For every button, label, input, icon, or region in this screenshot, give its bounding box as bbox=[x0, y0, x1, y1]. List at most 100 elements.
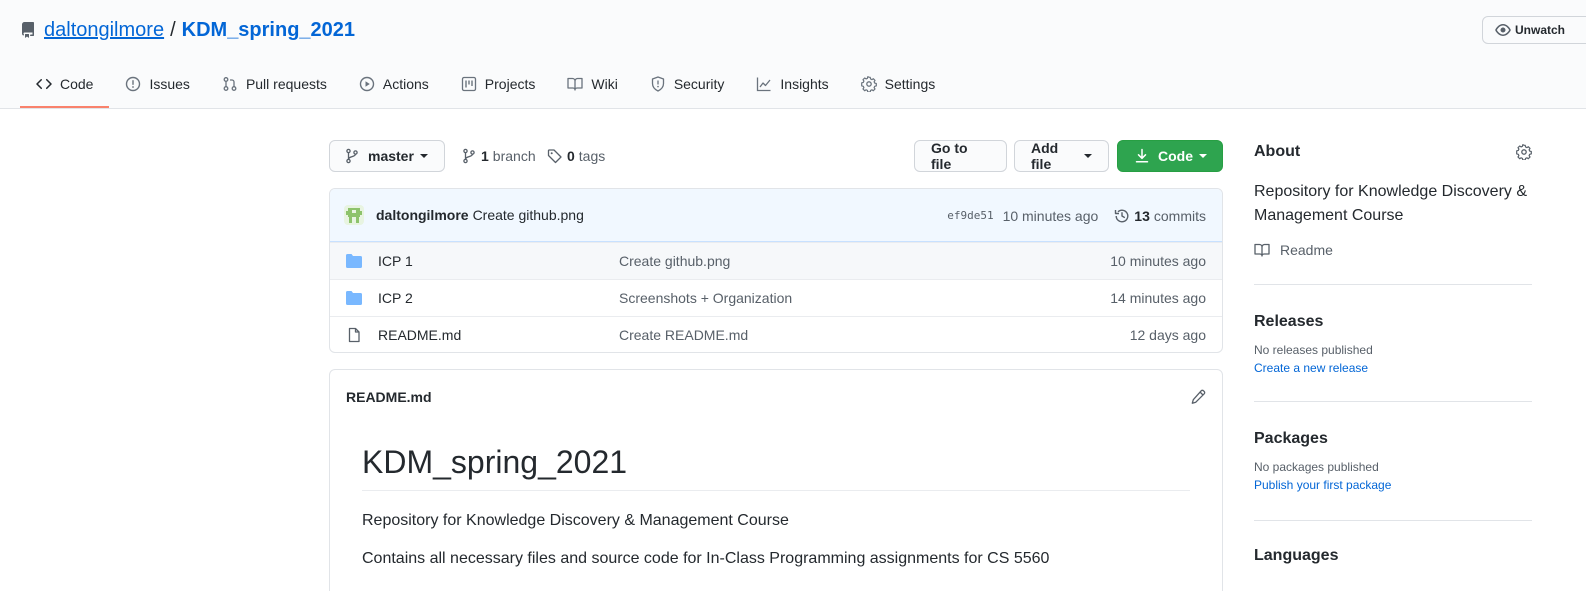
avatar[interactable] bbox=[344, 205, 364, 225]
tab-security[interactable]: Security bbox=[634, 62, 741, 108]
commit-message-link[interactable]: Create github.png bbox=[473, 207, 584, 223]
go-to-file-label: Go to file bbox=[931, 140, 968, 172]
file-name-link[interactable]: README.md bbox=[378, 327, 619, 343]
commit-meta: ef9de51 10 minutes ago 13 commits bbox=[947, 189, 1206, 242]
branch-select-button[interactable]: master bbox=[329, 140, 445, 172]
book-icon bbox=[1254, 242, 1280, 258]
latest-commit-bar: daltongilmore Create github.png ef9de51 … bbox=[330, 189, 1222, 242]
unwatch-label: Unwatch bbox=[1515, 23, 1566, 37]
branch-name: master bbox=[368, 148, 414, 164]
packages-heading[interactable]: Packages bbox=[1254, 430, 1532, 448]
eye-icon bbox=[1495, 22, 1515, 38]
file-commit-message-link[interactable]: Create github.png bbox=[619, 253, 730, 269]
branch-count: 1 bbox=[481, 148, 489, 164]
tab-label: Security bbox=[673, 76, 725, 92]
commit-label: commits bbox=[1153, 207, 1206, 224]
folder-icon bbox=[346, 254, 362, 268]
branch-icon bbox=[461, 148, 481, 164]
commit-author-link[interactable]: daltongilmore bbox=[376, 207, 469, 223]
go-to-file-button[interactable]: Go to file bbox=[914, 140, 1007, 172]
tab-issues[interactable]: Issues bbox=[109, 62, 205, 108]
file-row[interactable]: ICP 2 Screenshots + Organization 14 minu… bbox=[330, 279, 1222, 316]
readme-link-label: Readme bbox=[1280, 242, 1333, 258]
commits-link[interactable]: 13 commits bbox=[1114, 208, 1206, 224]
no-releases-text: No releases published bbox=[1254, 343, 1373, 357]
add-file-button[interactable]: Add file bbox=[1014, 140, 1109, 172]
packages-section: Packages No packages published Publish y… bbox=[1254, 401, 1532, 520]
no-packages-text: No packages published bbox=[1254, 460, 1379, 474]
code-download-button[interactable]: Code bbox=[1117, 140, 1223, 172]
file-age: 12 days ago bbox=[1129, 327, 1206, 343]
tag-label: tags bbox=[578, 148, 606, 164]
tab-label: Code bbox=[60, 76, 94, 92]
tab-label: Issues bbox=[149, 76, 190, 92]
repo-owner-link[interactable]: daltongilmore bbox=[44, 19, 164, 42]
file-name-link[interactable]: ICP 1 bbox=[378, 253, 619, 269]
tab-label: Settings bbox=[884, 76, 936, 92]
file-commit-message-link[interactable]: Screenshots + Organization bbox=[619, 290, 792, 306]
file-row[interactable]: README.md Create README.md 12 days ago bbox=[330, 316, 1222, 352]
unwatch-button[interactable]: Unwatch bbox=[1482, 16, 1586, 44]
create-release-link[interactable]: Create a new release bbox=[1254, 361, 1532, 375]
pencil-icon[interactable] bbox=[1190, 389, 1206, 405]
commit-sha-link[interactable]: ef9de51 bbox=[947, 209, 993, 222]
history-icon bbox=[1114, 208, 1134, 224]
about-heading: About bbox=[1254, 143, 1301, 160]
dropdown-caret-icon bbox=[1084, 154, 1092, 158]
repo-icon bbox=[20, 22, 36, 38]
book-icon bbox=[567, 76, 591, 92]
branch-icon bbox=[344, 148, 368, 164]
repo-name-link[interactable]: KDM_spring_2021 bbox=[182, 19, 355, 42]
commit-count: 13 bbox=[1134, 207, 1150, 224]
tab-actions[interactable]: Actions bbox=[343, 62, 445, 108]
dropdown-caret-icon bbox=[1199, 154, 1207, 158]
file-commit-message-link[interactable]: Create README.md bbox=[619, 327, 748, 343]
file-icon bbox=[346, 327, 362, 343]
tab-code[interactable]: Code bbox=[20, 62, 110, 108]
download-icon bbox=[1134, 148, 1150, 164]
repo-separator: / bbox=[170, 18, 176, 41]
readme-filename: README.md bbox=[346, 389, 432, 405]
commit-age: 10 minutes ago bbox=[1002, 207, 1099, 224]
branch-label: branch bbox=[492, 148, 536, 164]
pull-request-icon bbox=[222, 76, 246, 92]
tab-pull-requests[interactable]: Pull requests bbox=[206, 62, 343, 108]
repo-sidebar: About Repository for Knowledge Discovery… bbox=[1254, 140, 1532, 565]
releases-section: Releases No releases published Create a … bbox=[1254, 284, 1532, 401]
shield-icon bbox=[650, 76, 674, 92]
readme-link[interactable]: Readme bbox=[1254, 242, 1532, 258]
tag-icon bbox=[547, 148, 567, 164]
tab-settings[interactable]: Settings bbox=[845, 62, 952, 108]
tab-wiki[interactable]: Wiki bbox=[551, 62, 633, 108]
repo-header: daltongilmore / KDM_spring_2021 Unwatch … bbox=[0, 0, 1586, 109]
code-button-label: Code bbox=[1158, 148, 1193, 164]
file-browser: daltongilmore Create github.png ef9de51 … bbox=[329, 188, 1223, 353]
releases-heading[interactable]: Releases bbox=[1254, 313, 1532, 331]
branches-link[interactable]: 1 branch bbox=[461, 140, 536, 172]
issue-icon bbox=[125, 76, 149, 92]
tab-label: Insights bbox=[780, 76, 829, 92]
file-age: 14 minutes ago bbox=[1110, 290, 1206, 306]
tab-label: Wiki bbox=[591, 76, 618, 92]
tag-count: 0 bbox=[567, 148, 575, 164]
project-icon bbox=[461, 76, 485, 92]
tab-label: Actions bbox=[382, 76, 429, 92]
add-file-label: Add file bbox=[1031, 140, 1059, 172]
file-name-link[interactable]: ICP 2 bbox=[378, 290, 619, 306]
readme-content: KDM_spring_2021 Repository for Knowledge… bbox=[330, 424, 1222, 587]
dropdown-caret-icon bbox=[419, 154, 428, 158]
tab-projects[interactable]: Projects bbox=[445, 62, 552, 108]
repo-tabs: Code Issues Pull requests Actions Projec… bbox=[20, 62, 951, 109]
about-section: About Repository for Knowledge Discovery… bbox=[1254, 140, 1532, 284]
tab-label: Projects bbox=[484, 76, 536, 92]
gear-icon[interactable] bbox=[1516, 144, 1532, 160]
tags-link[interactable]: 0 tags bbox=[547, 140, 605, 172]
tab-insights[interactable]: Insights bbox=[740, 62, 844, 108]
folder-icon bbox=[346, 291, 362, 305]
publish-package-link[interactable]: Publish your first package bbox=[1254, 478, 1532, 492]
languages-heading: Languages bbox=[1254, 547, 1339, 564]
file-row[interactable]: ICP 1 Create github.png 10 minutes ago bbox=[330, 242, 1222, 279]
readme-title: KDM_spring_2021 bbox=[362, 442, 1190, 491]
languages-section: Languages bbox=[1254, 520, 1532, 565]
gear-icon bbox=[860, 76, 885, 92]
